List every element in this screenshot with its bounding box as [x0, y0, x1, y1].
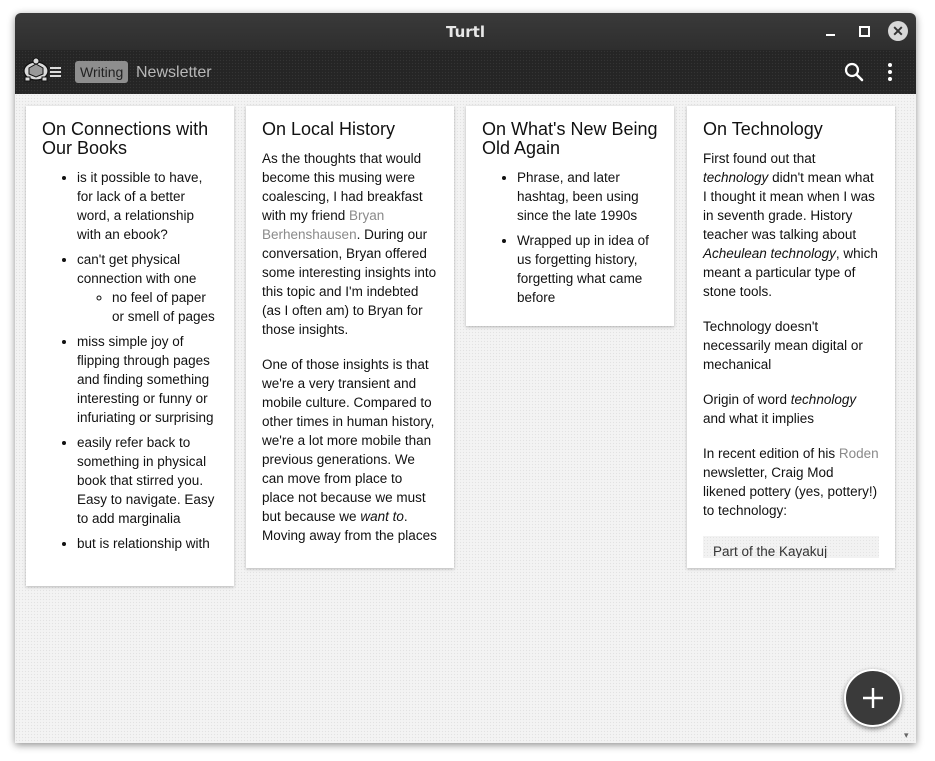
- maximize-button[interactable]: [854, 21, 874, 41]
- more-options-button[interactable]: [881, 61, 899, 83]
- text: newsletter, Craig Mod likened pottery (y…: [703, 465, 878, 518]
- nested-list: no feel of paper or smell of pages: [77, 288, 218, 326]
- link[interactable]: Roden: [839, 446, 879, 461]
- note-card[interactable]: On Technology First found out that techn…: [687, 106, 895, 568]
- note-title: On Technology: [703, 119, 823, 139]
- note-paragraph: First found out that technology didn't m…: [703, 149, 879, 301]
- list-item: but is relationship with: [77, 534, 218, 553]
- emphasis-text: technology: [790, 392, 857, 407]
- note-paragraph: One of those insights is that we're a ve…: [262, 355, 438, 545]
- list-item: can't get physical connection with one n…: [77, 250, 218, 326]
- note-paragraph: Technology doesn't necessarily mean digi…: [703, 319, 863, 372]
- blockquote: Part of the Kayakuj: [703, 536, 879, 558]
- list-item: Wrapped up in idea of us forgetting hist…: [517, 231, 658, 307]
- note-list: is it possible to have, for lack of a be…: [42, 168, 218, 553]
- note-title: On Connections with Our Books: [42, 119, 209, 158]
- plus-icon: [863, 688, 883, 708]
- text: First found out that: [703, 151, 816, 166]
- app-header: Writing Newsletter: [15, 50, 916, 94]
- note-title: On Local History: [262, 119, 396, 139]
- text: . During our conversation, Bryan offered…: [262, 227, 437, 337]
- note-title: On What's New Being Old Again: [482, 119, 658, 158]
- text: and what it implies: [703, 411, 815, 426]
- note-paragraph: As the thoughts that would become this m…: [262, 149, 438, 339]
- text: In recent edition of his: [703, 446, 839, 461]
- resize-grip-icon[interactable]: ▾: [904, 730, 909, 741]
- search-icon: [844, 62, 864, 82]
- app-window: Turtl ✕ Writing Newsletter On Connection…: [15, 13, 916, 743]
- note-card[interactable]: On Connections with Our Books is it poss…: [26, 106, 234, 586]
- list-item-text: can't get physical connection with one: [77, 252, 197, 286]
- board-title: Newsletter: [136, 64, 212, 81]
- tag-filter-chip[interactable]: Writing: [75, 61, 129, 83]
- search-button[interactable]: [843, 61, 865, 83]
- note-paragraph: In recent edition of his Roden newslette…: [703, 444, 879, 520]
- text: One of those insights is that we're a ve…: [262, 357, 435, 524]
- close-button[interactable]: ✕: [888, 21, 908, 41]
- note-list: Phrase, and later hashtag, been using si…: [482, 168, 658, 307]
- list-item: Phrase, and later hashtag, been using si…: [517, 168, 658, 225]
- emphasis-text: Acheulean technology: [703, 246, 836, 261]
- list-item: no feel of paper or smell of pages: [112, 288, 218, 326]
- close-icon: ✕: [892, 22, 904, 39]
- list-item: miss simple joy of flipping through page…: [77, 332, 218, 427]
- window-title: Turtl: [446, 23, 485, 41]
- note-card[interactable]: On What's New Being Old Again Phrase, an…: [466, 106, 674, 326]
- minimize-icon: [825, 34, 835, 36]
- kebab-menu-icon: [888, 63, 892, 81]
- note-card[interactable]: On Local History As the thoughts that wo…: [246, 106, 454, 568]
- list-item: is it possible to have, for lack of a be…: [77, 168, 218, 244]
- list-item: easily refer back to something in physic…: [77, 433, 218, 528]
- turtle-logo-icon: [23, 57, 61, 82]
- maximize-icon: [858, 25, 870, 37]
- text: As the thoughts that would become this m…: [262, 151, 423, 223]
- minimize-button[interactable]: [820, 21, 840, 41]
- menu-button[interactable]: [21, 56, 63, 86]
- emphasis-text: technology: [703, 170, 769, 185]
- note-paragraph: Origin of word technology and what it im…: [703, 390, 879, 428]
- emphasis-text: want to: [360, 509, 404, 524]
- add-note-button[interactable]: [844, 669, 902, 727]
- text: Origin of word: [703, 392, 791, 407]
- window-titlebar[interactable]: Turtl ✕: [15, 13, 916, 50]
